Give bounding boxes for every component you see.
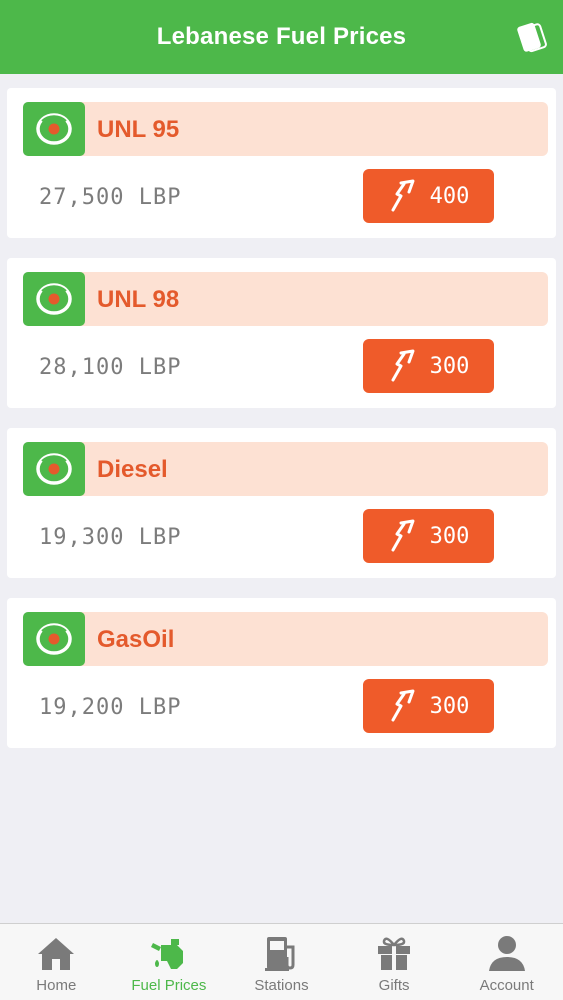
fuel-name: GasOil bbox=[97, 626, 175, 653]
tab-label: Stations bbox=[254, 977, 309, 994]
fuel-price: 19,200 LBP bbox=[39, 695, 182, 720]
fuel-card[interactable]: UNL 98 28,100 LBP 300 bbox=[7, 258, 556, 408]
price-change-button[interactable]: 300 bbox=[363, 339, 494, 393]
price-change-button[interactable]: 300 bbox=[363, 679, 494, 733]
fuel-logo-icon bbox=[23, 612, 85, 666]
home-icon bbox=[38, 938, 75, 970]
tab-fuel-prices[interactable]: Fuel Prices bbox=[113, 924, 226, 1000]
gas-station-icon bbox=[265, 937, 295, 971]
tab-account[interactable]: Account bbox=[450, 924, 563, 1000]
gift-icon bbox=[378, 937, 411, 970]
app-header: Lebanese Fuel Prices bbox=[0, 0, 563, 74]
trend-up-icon bbox=[391, 689, 415, 722]
tab-label: Home bbox=[36, 977, 77, 994]
fuel-price: 28,100 LBP bbox=[39, 355, 182, 380]
fuel-name: UNL 95 bbox=[97, 116, 180, 143]
tab-label: Gifts bbox=[378, 977, 410, 994]
page-title: Lebanese Fuel Prices bbox=[156, 23, 407, 50]
tab-bar: Home Fuel Prices Stations Gifts Account bbox=[0, 923, 563, 1000]
fuel-logo-icon bbox=[23, 442, 85, 496]
fuel-price: 27,500 LBP bbox=[39, 185, 182, 210]
price-change-value: 300 bbox=[429, 693, 470, 719]
card-icon[interactable] bbox=[513, 20, 547, 54]
fuel-logo-icon bbox=[23, 272, 85, 326]
fuel-nozzle-icon bbox=[150, 939, 183, 969]
price-change-button[interactable]: 300 bbox=[363, 509, 494, 563]
price-change-button[interactable]: 400 bbox=[363, 169, 494, 223]
trend-up-icon bbox=[391, 179, 415, 212]
tab-stations[interactable]: Stations bbox=[225, 924, 338, 1000]
trend-up-icon bbox=[391, 349, 415, 382]
tab-gifts[interactable]: Gifts bbox=[338, 924, 451, 1000]
price-change-value: 400 bbox=[429, 183, 470, 209]
fuel-logo-icon bbox=[23, 102, 85, 156]
tab-label: Fuel Prices bbox=[131, 977, 207, 994]
price-change-value: 300 bbox=[429, 523, 470, 549]
tab-home[interactable]: Home bbox=[0, 924, 113, 1000]
fuel-name: UNL 98 bbox=[97, 286, 180, 313]
fuel-price: 19,300 LBP bbox=[39, 525, 182, 550]
fuel-card[interactable]: Diesel 19,300 LBP 300 bbox=[7, 428, 556, 578]
trend-up-icon bbox=[391, 519, 415, 552]
account-icon bbox=[488, 936, 525, 971]
fuel-card[interactable]: UNL 95 27,500 LBP 400 bbox=[7, 88, 556, 238]
fuel-name: Diesel bbox=[97, 456, 168, 483]
fuel-card[interactable]: GasOil 19,200 LBP 300 bbox=[7, 598, 556, 748]
tab-label: Account bbox=[479, 977, 534, 994]
price-change-value: 300 bbox=[429, 353, 470, 379]
